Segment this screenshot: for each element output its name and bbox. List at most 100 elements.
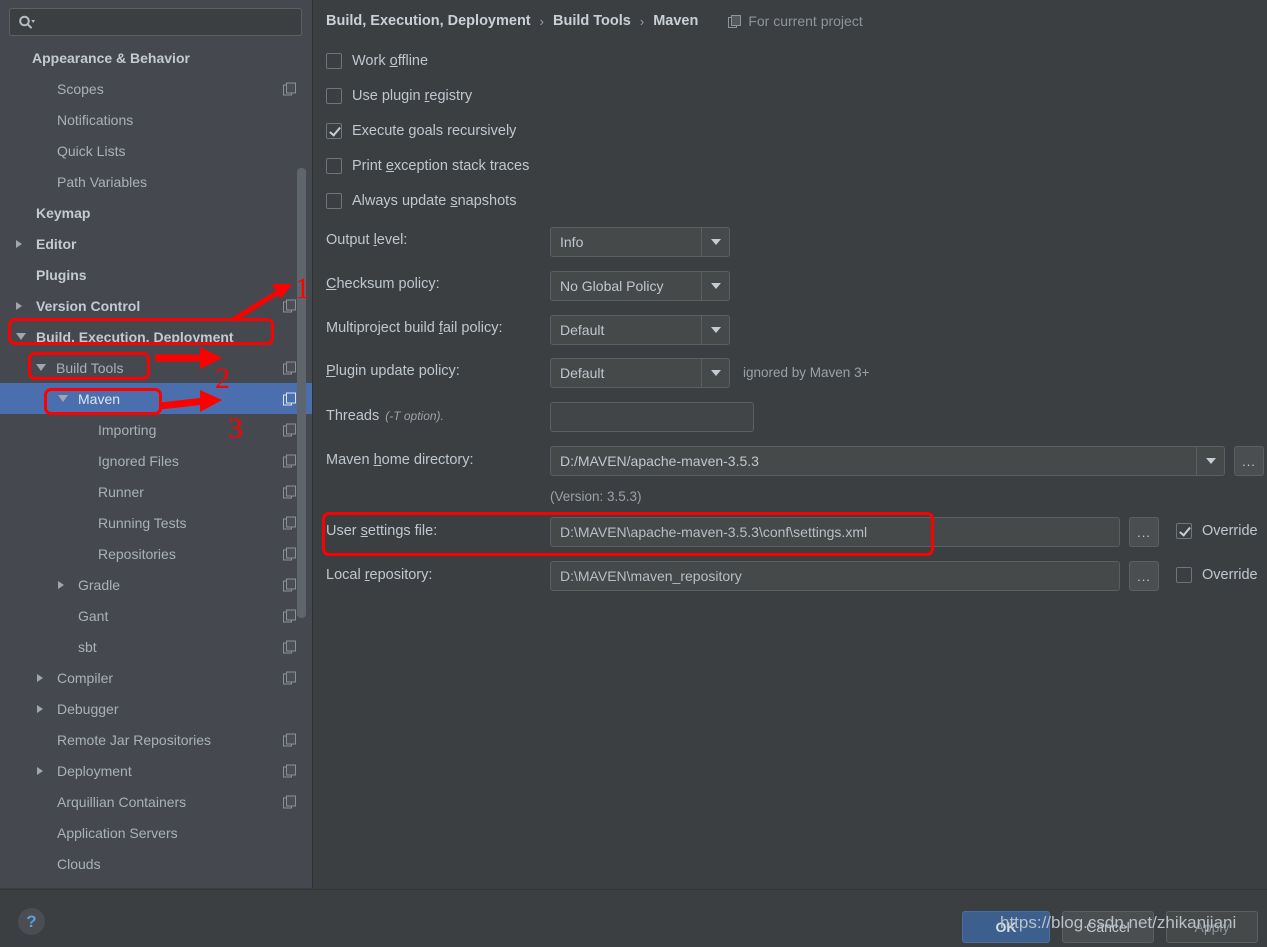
dropdown-plugin-update-policy[interactable]: Default bbox=[550, 358, 730, 388]
chevron-right-icon[interactable] bbox=[37, 766, 43, 775]
checkbox-box-work-offline[interactable] bbox=[326, 53, 342, 69]
breadcrumb-separator-2: › bbox=[639, 13, 645, 29]
copy-icon[interactable] bbox=[283, 547, 296, 560]
label-maven-home-directory: Maven home directory: bbox=[326, 452, 474, 468]
sidebar-item-appearance-behavior[interactable]: Appearance & Behavior bbox=[0, 42, 312, 73]
sidebar-item-scopes[interactable]: Scopes bbox=[0, 73, 312, 104]
chevron-down-icon[interactable] bbox=[58, 395, 68, 402]
checkbox-box-override-local-repository[interactable] bbox=[1176, 567, 1192, 583]
ok-button[interactable]: OK bbox=[962, 911, 1050, 943]
sidebar-item-runner[interactable]: Runner bbox=[0, 476, 312, 507]
checkbox-always-update-snapshots[interactable]: Always update snapshots bbox=[326, 193, 516, 209]
override-user-settings-file[interactable]: Override bbox=[1176, 523, 1258, 539]
checkbox-label-print-exception-stack-traces: Print exception stack traces bbox=[352, 158, 530, 174]
sidebar-item-debugger[interactable]: Debugger bbox=[0, 693, 312, 724]
checkbox-box-execute-goals-recursively[interactable] bbox=[326, 123, 342, 139]
apply-button[interactable]: Apply bbox=[1166, 911, 1258, 943]
chevron-down-icon[interactable] bbox=[36, 364, 46, 371]
sidebar-scrollbar-thumb[interactable] bbox=[297, 168, 306, 618]
copy-icon[interactable] bbox=[283, 516, 296, 529]
chevron-right-icon[interactable] bbox=[16, 239, 22, 248]
cancel-button[interactable]: Cancel bbox=[1062, 911, 1154, 943]
dropdown-maven-home-directory[interactable]: D:/MAVEN/apache-maven-3.5.3 bbox=[550, 446, 1225, 476]
copy-icon[interactable] bbox=[283, 361, 296, 374]
checkbox-box-use-plugin-registry[interactable] bbox=[326, 88, 342, 104]
sidebar-item-path-variables[interactable]: Path Variables bbox=[0, 166, 312, 197]
browse-button-user-settings-file[interactable]: ... bbox=[1129, 517, 1159, 547]
chevron-down-icon[interactable] bbox=[701, 316, 729, 344]
copy-icon[interactable] bbox=[283, 764, 296, 777]
checkbox-box-override-user-settings-file[interactable] bbox=[1176, 523, 1192, 539]
chevron-down-icon[interactable] bbox=[701, 359, 729, 387]
breadcrumb-item-build-tools[interactable]: Build Tools bbox=[553, 13, 631, 29]
input-user-settings-file[interactable]: D:\MAVEN\apache-maven-3.5.3\conf\setting… bbox=[550, 517, 1120, 547]
checkbox-box-print-exception-stack-traces[interactable] bbox=[326, 158, 342, 174]
copy-icon[interactable] bbox=[283, 82, 296, 95]
sidebar-item-sbt[interactable]: sbt bbox=[0, 631, 312, 662]
chevron-down-icon[interactable] bbox=[16, 333, 26, 340]
copy-icon[interactable] bbox=[283, 423, 296, 436]
sidebar-item-running-tests[interactable]: Running Tests bbox=[0, 507, 312, 538]
sidebar-item-gant[interactable]: Gant bbox=[0, 600, 312, 631]
search-box[interactable] bbox=[9, 8, 302, 36]
settings-sidebar: Appearance & Behavior Scopes Notifications… bbox=[0, 0, 313, 888]
dropdown-checksum-policy[interactable]: No Global Policy bbox=[550, 271, 730, 301]
sidebar-item-label: Deployment bbox=[57, 762, 132, 779]
help-button[interactable]: ? bbox=[18, 908, 45, 935]
breadcrumb-item-maven[interactable]: Maven bbox=[653, 13, 698, 29]
sidebar-item-deployment[interactable]: Deployment bbox=[0, 755, 312, 786]
sidebar-item-version-control[interactable]: Version Control bbox=[0, 290, 312, 321]
checkbox-use-plugin-registry[interactable]: Use plugin registry bbox=[326, 88, 472, 104]
chevron-right-icon[interactable] bbox=[16, 301, 22, 310]
copy-icon[interactable] bbox=[283, 795, 296, 808]
sidebar-item-build-tools[interactable]: Build Tools bbox=[0, 352, 312, 383]
sidebar-item-compiler[interactable]: Compiler bbox=[0, 662, 312, 693]
sidebar-item-clouds[interactable]: Clouds bbox=[0, 848, 312, 879]
dropdown-multiproject-fail-policy[interactable]: Default bbox=[550, 315, 730, 345]
search-input[interactable] bbox=[35, 13, 301, 31]
chevron-down-icon[interactable] bbox=[701, 228, 729, 256]
checkbox-execute-goals-recursively[interactable]: Execute goals recursively bbox=[326, 123, 516, 139]
browse-button-maven-home[interactable]: ... bbox=[1234, 446, 1264, 476]
chevron-right-icon[interactable] bbox=[58, 580, 64, 589]
sidebar-scrollbar-track[interactable] bbox=[297, 48, 309, 886]
sidebar-item-importing[interactable]: Importing bbox=[0, 414, 312, 445]
browse-button-local-repository[interactable]: ... bbox=[1129, 561, 1159, 591]
copy-icon[interactable] bbox=[283, 485, 296, 498]
input-threads[interactable] bbox=[550, 402, 754, 432]
copy-icon[interactable] bbox=[283, 454, 296, 467]
checkbox-work-offline[interactable]: Work offline bbox=[326, 53, 428, 69]
copy-icon[interactable] bbox=[283, 640, 296, 653]
copy-icon[interactable] bbox=[283, 578, 296, 591]
chevron-down-icon[interactable] bbox=[1196, 447, 1224, 475]
chevron-right-icon[interactable] bbox=[37, 704, 43, 713]
dropdown-output-level[interactable]: Info bbox=[550, 227, 730, 257]
copy-icon[interactable] bbox=[283, 299, 296, 312]
breadcrumb-item-build-execution-deployment[interactable]: Build, Execution, Deployment bbox=[326, 13, 531, 29]
checkbox-print-exception-stack-traces[interactable]: Print exception stack traces bbox=[326, 158, 529, 174]
sidebar-item-quick-lists[interactable]: Quick Lists bbox=[0, 135, 312, 166]
sidebar-item-application-servers[interactable]: Application Servers bbox=[0, 817, 312, 848]
sidebar-item-repositories[interactable]: Repositories bbox=[0, 538, 312, 569]
copy-icon[interactable] bbox=[283, 609, 296, 622]
sidebar-item-ignored-files[interactable]: Ignored Files bbox=[0, 445, 312, 476]
sidebar-item-keymap[interactable]: Keymap bbox=[0, 197, 312, 228]
copy-icon[interactable] bbox=[283, 392, 296, 405]
dropdown-output-level-value: Info bbox=[560, 234, 584, 250]
sidebar-item-arquillian-containers[interactable]: Arquillian Containers bbox=[0, 786, 312, 817]
sidebar-item-editor[interactable]: Editor bbox=[0, 228, 312, 259]
sidebar-item-remote-jar-repositories[interactable]: Remote Jar Repositories bbox=[0, 724, 312, 755]
sidebar-item-notifications[interactable]: Notifications bbox=[0, 104, 312, 135]
input-local-repository[interactable]: D:\MAVEN\maven_repository bbox=[550, 561, 1120, 591]
checkbox-box-always-update-snapshots[interactable] bbox=[326, 193, 342, 209]
label-checksum-policy: Checksum policy: bbox=[326, 276, 440, 292]
copy-icon[interactable] bbox=[283, 733, 296, 746]
sidebar-item-gradle[interactable]: Gradle bbox=[0, 569, 312, 600]
chevron-right-icon[interactable] bbox=[37, 673, 43, 682]
copy-icon[interactable] bbox=[283, 671, 296, 684]
chevron-down-icon[interactable] bbox=[701, 272, 729, 300]
sidebar-item-plugins[interactable]: Plugins bbox=[0, 259, 312, 290]
sidebar-item-maven[interactable]: Maven bbox=[0, 383, 312, 414]
sidebar-item-build-execution-deployment[interactable]: Build, Execution, Deployment bbox=[0, 321, 312, 352]
override-local-repository[interactable]: Override bbox=[1176, 567, 1258, 583]
